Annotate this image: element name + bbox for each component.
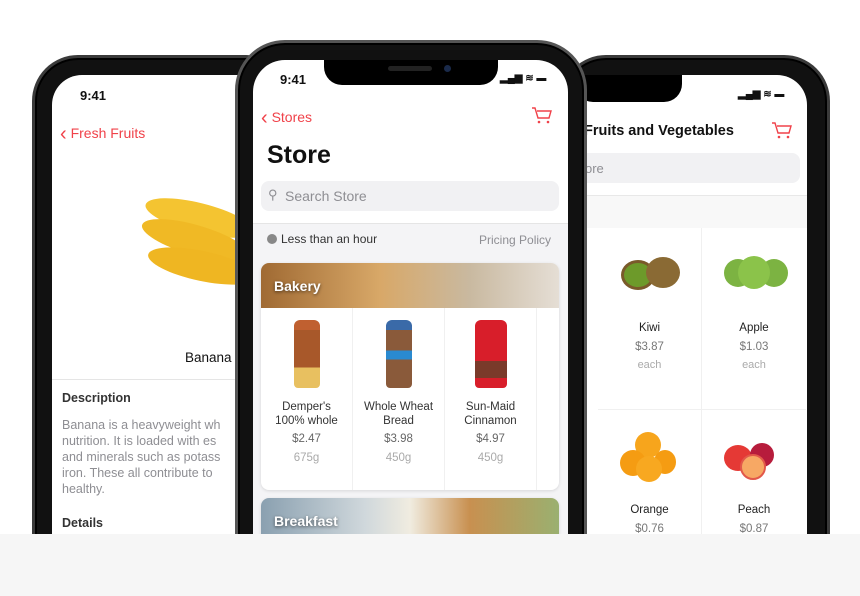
product-kiwi[interactable]: Kiwi $3.87 each [598,228,702,410]
search-icon: ⚲ [268,187,278,202]
product-name: Banana [185,350,232,365]
chevron-left-icon: ‹ [60,123,67,145]
product-apple[interactable]: Apple $1.03 each [702,228,806,410]
cart-icon[interactable] [531,107,553,125]
page-title: Fruits and Vegetables [584,123,734,139]
pricing-policy-link[interactable]: Pricing Policy [479,233,551,247]
category-title: Breakfast [274,513,338,529]
category-title: Bakery [274,278,321,294]
search-input[interactable]: ore [575,153,800,183]
page-title: Store [267,141,331,169]
category-card-bakery[interactable]: Bakery Demper's 100% whole $2.47 675g Whol… [261,263,559,490]
product-peach[interactable]: Peach $0.87 [702,410,806,534]
chevron-left-icon: ‹ [261,107,268,129]
details-heading: Details [62,516,103,530]
right-screen: ▂▄▆ ≋ ▬ Fruits and Vegetables ore Kiwi $3… [575,75,807,534]
status-icons: ▂▄▆ ≋ ▬ [500,73,547,84]
product-orange[interactable]: Orange $0.76 [598,410,702,534]
product-item[interactable]: Sun-Maid Cinnamon $4.97 450g [445,308,537,490]
middle-screen: 9:41 ▂▄▆ ≋ ▬ ‹ Stores Store ⚲ Search Sto… [253,60,568,534]
back-button[interactable]: ‹ Fresh Fruits [60,123,145,146]
description-text: Banana is a heavyweight wh nutrition. It … [62,418,221,496]
cart-icon[interactable] [771,122,793,140]
status-time: 9:41 [80,88,107,103]
scene: 9:41 ‹ Fresh Fruits Banana Description B… [0,0,860,534]
product-item[interactable]: Demper's 100% whole $2.47 675g [261,308,353,490]
back-button[interactable]: ‹ Stores [261,107,312,130]
signal-icon: ▂▄▆ ≋ ▬ [738,89,785,100]
product-item[interactable]: Whole Wheat Bread $3.98 450g [353,308,445,490]
search-input[interactable]: ⚲ Search Store [261,181,559,211]
clock-icon [267,234,277,244]
delivery-info: Less than an hour [267,232,377,246]
description-heading: Description [62,391,131,405]
status-time: 9:41 [280,72,307,87]
category-card-breakfast[interactable]: Breakfast [261,498,559,534]
back-label: Fresh Fruits [70,125,146,141]
back-label: Stores [271,109,313,125]
